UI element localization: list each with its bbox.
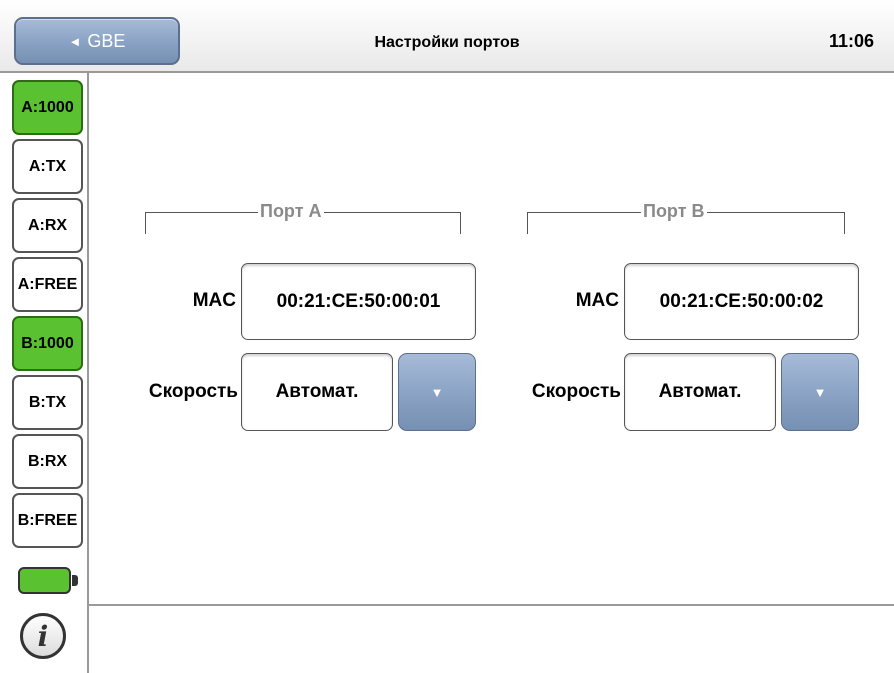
sidebar-item-b-1000[interactable]: B:1000 — [12, 316, 83, 371]
port-a-speed-label: Скорость — [148, 381, 238, 402]
chevron-down-icon: ▼ — [813, 384, 827, 400]
page-title: Настройки портов — [374, 34, 520, 51]
port-b-speed-label: Скорость — [531, 381, 621, 402]
port-b-group-tick-left — [527, 212, 528, 234]
port-a-speed-dropdown-button[interactable]: ▼ — [398, 353, 476, 431]
port-b-speed-field[interactable]: Автомат. — [624, 353, 776, 431]
port-b-mac-field[interactable]: 00:21:CE:50:00:02 — [624, 263, 859, 340]
port-a-group-label: Порт А — [258, 201, 324, 222]
port-a-mac-label: MAC — [192, 290, 236, 311]
header-bar: ◄ GBE Настройки портов 11:06 — [0, 0, 894, 73]
sidebar-item-b-free[interactable]: B:FREE — [12, 493, 83, 548]
sidebar-item-b-tx[interactable]: B:TX — [12, 375, 83, 430]
port-b-group-tick-right — [844, 212, 845, 234]
port-b-speed-dropdown-button[interactable]: ▼ — [781, 353, 859, 431]
bottom-divider — [89, 604, 894, 606]
sidebar-item-b-rx[interactable]: B:RX — [12, 434, 83, 489]
battery-icon — [18, 567, 71, 594]
port-a-group-tick-left — [145, 212, 146, 234]
port-a-group-tick-right — [460, 212, 461, 234]
sidebar-item-a-1000[interactable]: A:1000 — [12, 80, 83, 135]
port-b-mac-label: MAC — [575, 290, 619, 311]
info-icon[interactable]: i — [20, 613, 66, 659]
sidebar-item-a-free[interactable]: A:FREE — [12, 257, 83, 312]
sidebar-item-a-tx[interactable]: A:TX — [12, 139, 83, 194]
chevron-down-icon: ▼ — [430, 384, 444, 400]
port-b-group-label: Порт В — [641, 201, 707, 222]
port-a-speed-field[interactable]: Автомат. — [241, 353, 393, 431]
sidebar: A:1000 A:TX A:RX A:FREE B:1000 B:TX B:RX… — [0, 73, 89, 673]
clock: 11:06 — [828, 31, 874, 51]
port-a-mac-field[interactable]: 00:21:CE:50:00:01 — [241, 263, 476, 340]
battery-tip — [72, 575, 78, 586]
sidebar-item-a-rx[interactable]: A:RX — [12, 198, 83, 253]
